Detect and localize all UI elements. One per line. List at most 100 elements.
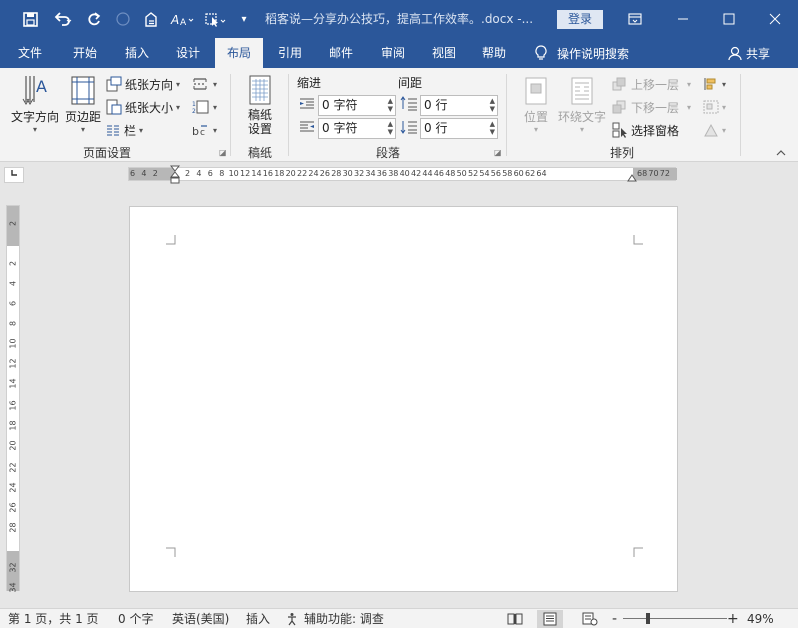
print-layout-view[interactable] [537,610,563,628]
group-objects-button[interactable]: ▾ [703,97,726,117]
minimize-icon[interactable] [660,0,706,38]
spinner-arrows-icon[interactable]: ▲ ▼ [490,120,495,136]
tab-design[interactable]: 设计 [164,38,212,68]
page-layout-icon [543,612,557,626]
ruler-tick: 56 [490,169,501,178]
redo-icon[interactable] [82,0,106,38]
spacing-after-value: 0 行 [424,121,448,135]
size-button[interactable]: 纸张大小 ▾ [106,97,180,117]
position-button[interactable]: 位置 ▾ [516,74,556,134]
ruler-tick: 36 [376,169,387,178]
text-direction-button[interactable]: A 文字方向 ▾ [6,74,64,134]
save-icon[interactable] [16,0,44,38]
indent-marker-icon[interactable] [169,165,181,188]
breaks-button[interactable]: ▾ [192,74,217,94]
wrap-text-button[interactable]: 环绕文字 ▾ [556,74,608,134]
rotate-button[interactable]: ▾ [703,120,726,140]
spinner-arrows-icon[interactable]: ▲ ▼ [388,120,393,136]
word-count[interactable]: 0 个字 [118,609,153,628]
manuscript-settings-button[interactable]: 稿纸 设置 [238,74,282,136]
send-backward-button[interactable]: 下移一层 ▾ [612,97,691,117]
tab-home[interactable]: 开始 [60,38,110,68]
orientation-label: 纸张方向 [125,77,174,92]
horizontal-ruler[interactable]: 6 4 2 2 4 6 8 10 12 14 16 18 20 22 24 26 28 30 32 34 36 38 40 4… [128,165,677,184]
ribbon-display-icon[interactable] [612,0,658,38]
language-status[interactable]: 英语(美国) [172,609,229,628]
circle-icon[interactable] [112,0,134,38]
insert-mode[interactable]: 插入 [246,609,270,628]
document-page[interactable] [129,206,678,592]
ruler-tick-right: 72 [659,169,670,178]
tab-references[interactable]: 引用 [266,38,314,68]
page-count[interactable]: 第 1 页，共 1 页 [8,609,99,628]
dialog-launcher-icon[interactable]: ◪ [219,148,227,157]
close-icon[interactable] [752,0,798,38]
ruler-tick-right: 68 [637,169,648,178]
document-icon[interactable] [140,0,164,38]
margins-button[interactable]: 页边距 ▾ [64,74,102,134]
indent-title: 缩进 [297,76,322,90]
ruler-tick: 20 [285,169,296,178]
size-label: 纸张大小 [125,100,174,115]
crop-mark-top-right [633,235,643,245]
accessibility-status[interactable]: 辅助功能: 调查 [286,609,384,628]
spacing-before-input[interactable]: 0 行 ▲ ▼ [420,95,498,116]
indent-right-input[interactable]: 0 字符 ▲ ▼ [318,118,396,139]
orientation-button[interactable]: 纸张方向 ▾ [106,74,180,94]
chevron-down-icon: ▾ [722,102,727,112]
ruler-tick: 54 [479,169,490,178]
ribbon: A 文字方向 ▾ 页边距 ▾ 纸张方向 ▾ 纸张大小 ▾ 栏 ▾ ▾ 1 2 ▾… [0,68,798,162]
spacing-after-icon [400,119,418,138]
crop-mark-top-left [166,235,176,245]
spinner-arrows-icon[interactable]: ▲ ▼ [388,97,393,113]
tab-mailings[interactable]: 邮件 [316,38,366,68]
tab-view[interactable]: 视图 [420,38,468,68]
zoom-slider-thumb[interactable] [646,613,650,624]
zoom-level[interactable]: 49% [747,609,774,628]
undo-icon[interactable] [48,0,78,38]
dropdown-icon[interactable]: ▾ [236,0,252,38]
zoom-in-button[interactable]: + [727,609,739,628]
svg-text:A: A [180,18,187,27]
right-indent-marker-icon[interactable] [627,171,637,185]
tab-layout[interactable]: 布局 [215,38,263,68]
tab-insert[interactable]: 插入 [112,38,162,68]
dialog-launcher-icon[interactable]: ◪ [494,148,502,157]
web-layout-view[interactable] [577,610,603,628]
vertical-ruler[interactable]: 2 2 4 6 8 10 12 14 16 18 20 22 24 26 28 32 34 [6,205,20,593]
spacing-after-input[interactable]: 0 行 ▲ ▼ [420,118,498,139]
indent-left-value: 0 字符 [322,98,358,112]
spacing-title: 间距 [398,76,423,90]
chevron-down-icon: ▾ [176,102,181,112]
vertical-scrollbar[interactable] [784,162,798,608]
group-label-arrange: 排列 [609,146,634,160]
ruler-tick: 14 [251,169,262,178]
vertical-ruler-tick: 32 [8,562,18,573]
spinner-arrows-icon[interactable]: ▲ ▼ [490,97,495,113]
columns-button[interactable]: 栏 ▾ [106,120,143,140]
maximize-icon[interactable] [706,0,752,38]
login-button[interactable]: 登录 [557,10,603,29]
tab-help[interactable]: 帮助 [470,38,518,68]
hyphenation-button[interactable]: bc ▾ [192,120,217,140]
share-button[interactable]: 共享 [728,38,770,68]
tab-file[interactable]: 文件 [6,38,54,68]
indent-left-input[interactable]: 0 字符 ▲ ▼ [318,95,396,116]
svg-text:A: A [170,13,179,27]
text-direction-label: 文字方向 [10,110,59,124]
tab-stop-selector[interactable] [4,167,24,183]
indent-right-value: 0 字符 [322,121,358,135]
line-numbers-button[interactable]: 12 ▾ [192,97,217,117]
zoom-slider[interactable] [623,618,727,619]
collapse-ribbon-icon[interactable] [776,146,786,160]
tell-me-search[interactable]: 操作说明搜索 [535,38,629,68]
selection-pane-button[interactable]: 选择窗格 [612,120,679,140]
zoom-out-button[interactable]: - [612,609,617,628]
cursor-icon[interactable] [202,0,232,38]
tab-review[interactable]: 审阅 [368,38,418,68]
ruler-tick: 6 [207,169,213,178]
font-size-icon[interactable]: AA [168,0,198,38]
bring-forward-button[interactable]: 上移一层 ▾ [612,74,691,94]
read-mode-view[interactable] [502,610,528,628]
align-button[interactable]: ▾ [703,74,726,94]
